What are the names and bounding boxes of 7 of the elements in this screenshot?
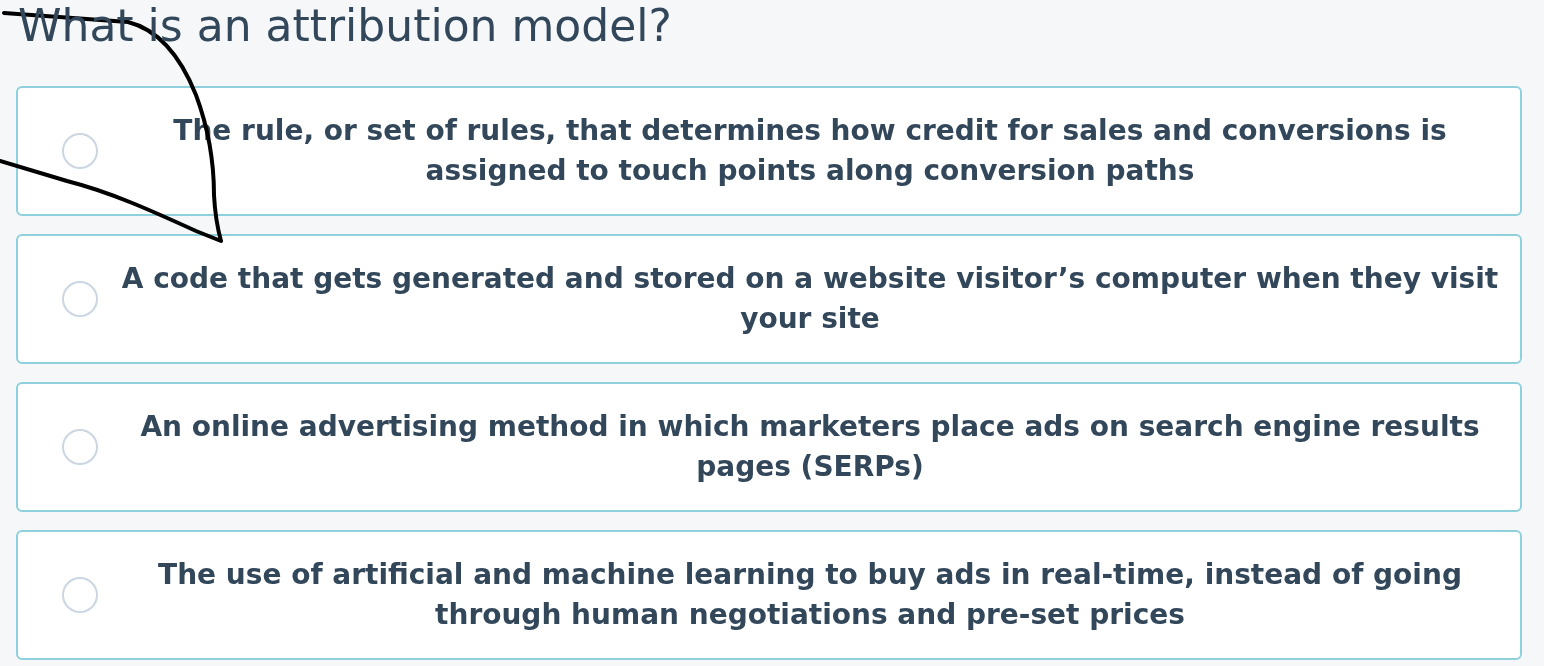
answer-option[interactable]: A code that gets generated and stored on a website visitor’s computer when they visit your site — [16, 234, 1522, 364]
radio-button[interactable] — [62, 429, 98, 465]
radio-button[interactable] — [62, 577, 98, 613]
radio-button[interactable] — [62, 133, 98, 169]
answer-option[interactable]: An online advertising method in which marketers place ads on search engine results pages (SERPs) — [16, 382, 1522, 512]
answer-option[interactable]: The use of artificial and machine learning to buy ads in real-time, instead of going through human negotiations and pre-set prices — [16, 530, 1522, 660]
radio-button[interactable] — [62, 281, 98, 317]
